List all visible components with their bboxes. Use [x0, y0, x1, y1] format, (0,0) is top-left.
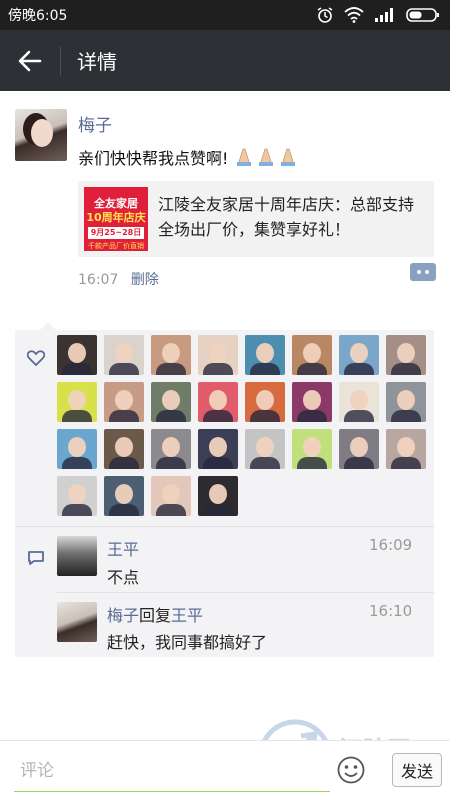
comment-text: 赶快，我同事都搞好了 — [107, 633, 268, 652]
wifi-icon — [344, 7, 364, 23]
liker-avatar[interactable] — [386, 335, 426, 375]
reply-target-name[interactable]: 王平 — [171, 606, 203, 625]
liker-avatar-grid — [57, 335, 432, 516]
comment-bar: 发送 — [0, 740, 450, 801]
post-time: 16:07 — [78, 272, 119, 288]
shared-link-card[interactable]: 全友家居 10周年店庆 9月25~28日 千款产品厂价直销 江陵全友家居十周年店… — [78, 181, 434, 257]
comment-text: 不点 — [107, 568, 140, 587]
reply-word: 回复 — [139, 606, 172, 625]
liker-avatar[interactable] — [245, 429, 285, 469]
author-name[interactable]: 梅子 — [78, 111, 112, 136]
thumb-footer: 千款产品厂价直销 — [88, 242, 144, 250]
liker-avatar[interactable] — [292, 382, 332, 422]
share-title: 江陵全友家居十周年店庆：总部支持全场出厂价，集赞享好礼！ — [158, 195, 415, 239]
liker-avatar[interactable] — [151, 335, 191, 375]
comment-divider — [57, 592, 434, 593]
panel-arrow — [40, 322, 56, 330]
liker-avatar[interactable] — [57, 429, 97, 469]
liker-avatar[interactable] — [245, 335, 285, 375]
liker-avatar[interactable] — [151, 429, 191, 469]
liker-avatar[interactable] — [339, 429, 379, 469]
back-button[interactable] — [0, 30, 60, 91]
smiley-icon[interactable] — [336, 755, 366, 785]
liker-avatar[interactable] — [151, 382, 191, 422]
liker-avatar[interactable] — [198, 382, 238, 422]
liker-avatar[interactable] — [245, 382, 285, 422]
thumb-headline: 10周年店庆 — [86, 211, 146, 224]
reply-header: 梅子回复王平 — [107, 602, 203, 626]
liker-avatar[interactable] — [339, 335, 379, 375]
liker-avatar[interactable] — [57, 335, 97, 375]
liker-avatar[interactable] — [292, 429, 332, 469]
liker-avatar[interactable] — [104, 382, 144, 422]
likes-divider — [15, 526, 434, 527]
liker-avatar[interactable] — [198, 335, 238, 375]
status-icons — [316, 6, 440, 24]
comment-time: 16:10 — [369, 602, 413, 620]
page-title: 详情 — [77, 50, 117, 74]
liker-avatar[interactable] — [104, 429, 144, 469]
liker-avatar[interactable] — [57, 476, 97, 516]
liker-avatar[interactable] — [386, 429, 426, 469]
title-bar: 详情 — [0, 30, 450, 91]
heart-outline-icon — [27, 350, 45, 366]
speech-bubble-icon — [28, 551, 44, 565]
alarm-icon — [317, 7, 333, 23]
liker-avatar[interactable] — [198, 476, 238, 516]
commenter-name[interactable]: 王平 — [107, 536, 139, 560]
arrow-left-icon — [18, 50, 42, 71]
status-time: 傍晚6:05 — [8, 8, 68, 24]
title-divider — [60, 45, 61, 76]
comment-time: 16:09 — [369, 536, 413, 554]
liker-avatar[interactable] — [104, 476, 144, 516]
battery-icon — [406, 8, 439, 22]
post-meta: 16:07 删除 — [78, 269, 159, 289]
post-text: 亲们快快帮我点赞啊! — [78, 145, 300, 170]
liker-avatar[interactable] — [151, 476, 191, 516]
send-button[interactable]: 发送 — [392, 753, 442, 787]
liker-avatar[interactable] — [104, 335, 144, 375]
author-avatar[interactable] — [15, 109, 67, 161]
liker-avatar[interactable] — [339, 382, 379, 422]
share-thumbnail: 全友家居 10周年店庆 9月25~28日 千款产品厂价直销 — [84, 187, 148, 251]
liker-avatar[interactable] — [386, 382, 426, 422]
liker-avatar[interactable] — [292, 335, 332, 375]
liker-avatar[interactable] — [198, 429, 238, 469]
folded-hands-icon — [234, 146, 300, 170]
signal-icon — [375, 8, 393, 22]
commenter-avatar[interactable] — [57, 536, 97, 576]
likes-comments-panel: 王平 16:09 不点 梅子回复王平 16:10 赶快，我同事都搞好了 — [15, 322, 434, 657]
post-text-body: 亲们快快帮我点赞啊! — [78, 149, 229, 168]
status-bar: 傍晚6:05 — [0, 0, 450, 30]
more-actions-button[interactable] — [410, 263, 436, 281]
delete-link[interactable]: 删除 — [131, 272, 159, 288]
liker-avatar[interactable] — [57, 382, 97, 422]
commenter-avatar[interactable] — [57, 602, 97, 642]
thumb-date: 9月25~28日 — [88, 227, 144, 239]
input-underline — [14, 791, 330, 792]
commenter-name[interactable]: 梅子 — [107, 606, 139, 625]
comment-input[interactable] — [18, 755, 322, 787]
